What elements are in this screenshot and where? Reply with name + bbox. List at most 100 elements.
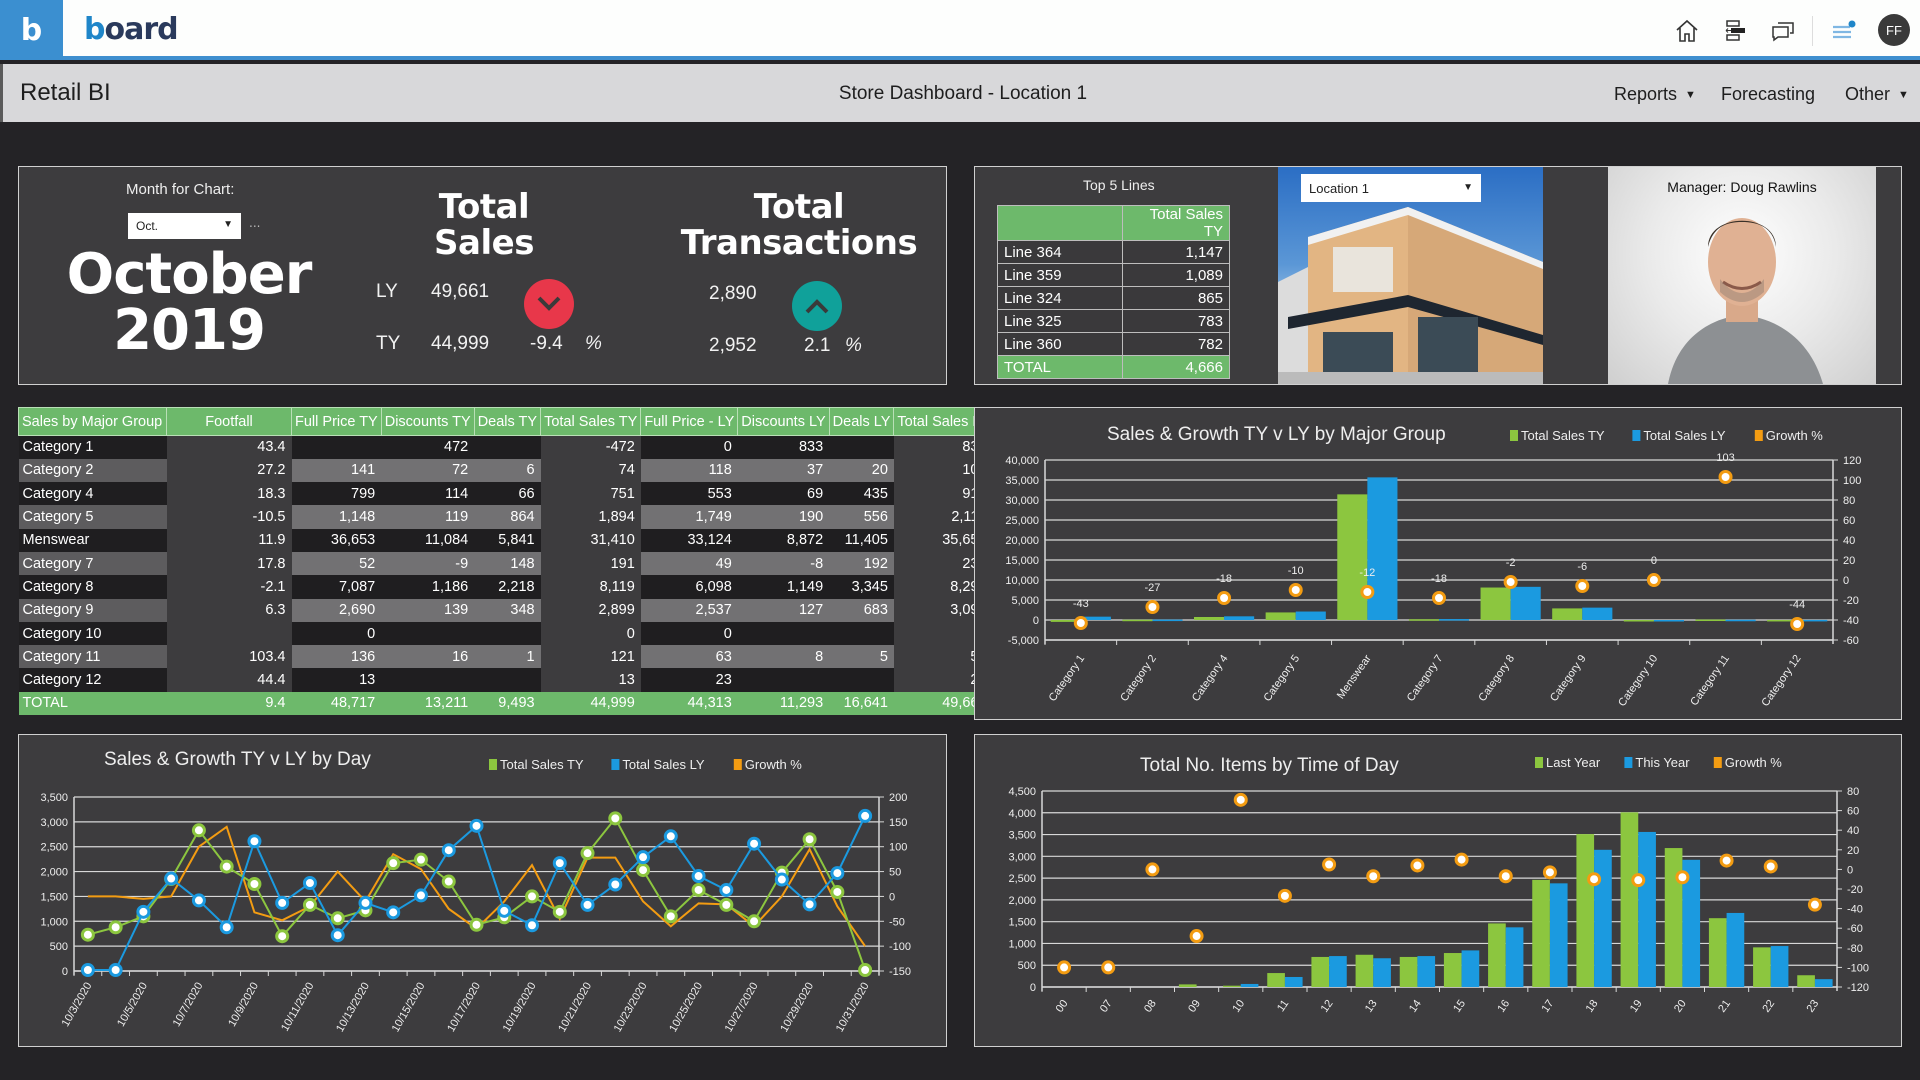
total-sales-title: Total Sales <box>434 187 534 263</box>
cell-value: 37 <box>737 458 830 483</box>
selected-period: October 2019 <box>66 242 313 363</box>
y2-tick-label: -40 <box>1847 904 1863 916</box>
y2-tick-label: -60 <box>1843 635 1859 647</box>
data-point <box>580 846 595 861</box>
y2-tick-label: 0 <box>889 891 895 903</box>
chevron-down-icon: ▼ <box>1898 89 1909 102</box>
column-header[interactable]: Deals LY <box>828 407 895 436</box>
cell-value: 9,493 <box>474 691 541 715</box>
row-label: Category 2 <box>18 458 167 483</box>
cell-value: 472 <box>381 435 475 459</box>
data-point <box>108 920 123 935</box>
x-tick-label: 19 <box>1628 998 1645 1015</box>
y-tick-label: 2,000 <box>1008 895 1036 907</box>
y2-tick-label: 20 <box>1843 555 1855 567</box>
nav-reports-menu[interactable]: Reports ▼ <box>1614 84 1696 105</box>
y-tick-label: 1,000 <box>1008 938 1036 950</box>
row-label: Category 11 <box>18 645 167 669</box>
data-point <box>191 893 206 908</box>
app-title: Retail BI <box>20 79 111 106</box>
y2-tick-label: 100 <box>1843 475 1861 487</box>
row-label: Category 1 <box>18 435 167 459</box>
y-tick-label: 500 <box>50 941 68 953</box>
bar-total-sales-ly <box>1582 607 1613 620</box>
column-header[interactable]: Total Sales TY <box>540 407 642 436</box>
month-dropdown[interactable]: Oct. ▼ <box>128 213 241 239</box>
data-point <box>386 856 401 871</box>
cell-value: 148 <box>474 551 541 576</box>
y-tick-label: 5,000 <box>1011 595 1039 607</box>
bar-total-sales-ty <box>1194 616 1225 620</box>
y-tick-label: 1,500 <box>1008 917 1036 929</box>
x-tick-label: Menswear <box>1335 653 1374 702</box>
legend-swatch <box>1624 757 1633 768</box>
data-point <box>608 811 623 826</box>
column-header[interactable]: Sales by Major Group <box>18 407 167 436</box>
cell-value: 114 <box>381 482 475 506</box>
chevron-down-icon: ▼ <box>223 219 233 230</box>
column-header[interactable]: Discounts LY <box>737 407 830 436</box>
growth-point <box>1498 869 1513 884</box>
growth-point <box>1073 616 1088 630</box>
sales-ly-value: 49,661 <box>431 281 490 302</box>
cell-value: 16 <box>381 645 475 669</box>
nav-bar: Retail BI Store Dashboard - Location 1 R… <box>0 64 1920 122</box>
data-point <box>80 963 95 978</box>
table-row: Category 11103.4136161121638559 <box>18 645 993 669</box>
home-icon[interactable] <box>1672 16 1702 46</box>
cell-value: 6 <box>474 458 541 483</box>
nav-forecasting-link[interactable]: Forecasting <box>1721 84 1815 105</box>
y-tick-label: 3,000 <box>1008 851 1036 863</box>
cell-value: 44,999 <box>540 691 641 715</box>
cell-value: 6.3 <box>166 598 292 622</box>
cell-value: 141 <box>291 458 382 483</box>
column-header[interactable]: Full Price - LY <box>640 407 739 436</box>
bar-this-year <box>1240 983 1259 987</box>
bar-this-year <box>1770 946 1789 987</box>
x-tick-label: 10/27/2020 <box>723 981 761 1035</box>
bar-total-sales-ly <box>1152 619 1183 622</box>
cell-value: 49 <box>640 551 738 576</box>
growth-point <box>1675 870 1690 885</box>
location-dropdown[interactable]: Location 1 ▼ <box>1301 174 1481 202</box>
legend-item: Total Sales LY <box>622 757 704 772</box>
bar-this-year <box>1417 956 1436 987</box>
cell-value: 118 <box>640 458 738 483</box>
top5-table: Total Sales TY Line 364 1,147 Line 359 1,0… <box>997 205 1230 379</box>
x-tick-label: 00 <box>1054 998 1071 1015</box>
data-point <box>469 917 484 932</box>
more-options-button[interactable]: ... <box>249 216 260 230</box>
app-logo-button[interactable]: b <box>0 0 63 60</box>
cell-value: 13 <box>540 668 641 692</box>
user-avatar[interactable]: FF <box>1878 14 1910 46</box>
cell-value: 553 <box>640 482 738 506</box>
row-label: Menswear <box>18 528 167 552</box>
chat-icon[interactable] <box>1768 16 1798 46</box>
column-header[interactable]: Discounts TY <box>380 407 475 436</box>
cell-value: 8,872 <box>737 528 830 552</box>
y-tick-label: 25,000 <box>1005 515 1039 527</box>
cell-value: 11.9 <box>166 528 292 552</box>
bar-last-year <box>1178 984 1197 987</box>
cell-value: 2,690 <box>291 598 382 622</box>
column-header[interactable]: Footfall <box>166 407 292 436</box>
table-row: Line 359 1,089 <box>997 263 1230 287</box>
bar-this-year <box>1814 979 1833 987</box>
data-point <box>386 905 401 920</box>
data-point <box>774 872 789 887</box>
cell-value: 191 <box>540 551 641 576</box>
data-point <box>802 897 817 912</box>
chevron-down-icon: ▼ <box>1685 89 1696 102</box>
notifications-icon[interactable] <box>1828 16 1858 46</box>
nav-other-menu[interactable]: Other ▼ <box>1845 84 1909 105</box>
cell-value: 33,124 <box>640 528 738 552</box>
column-header[interactable]: Deals TY <box>473 407 542 436</box>
y-tick-label: 4,000 <box>1008 808 1036 820</box>
trend-up-icon <box>792 281 842 331</box>
layout-icon[interactable] <box>1720 16 1750 46</box>
x-tick-label: 15 <box>1451 998 1468 1015</box>
column-header[interactable]: Full Price TY <box>291 407 382 436</box>
by-day-chart: Sales & Growth TY v LY by Day Total Sales… <box>40 749 911 1035</box>
data-point <box>552 904 567 919</box>
table-row: Category 717.852-914819149-8192233 <box>18 551 993 576</box>
